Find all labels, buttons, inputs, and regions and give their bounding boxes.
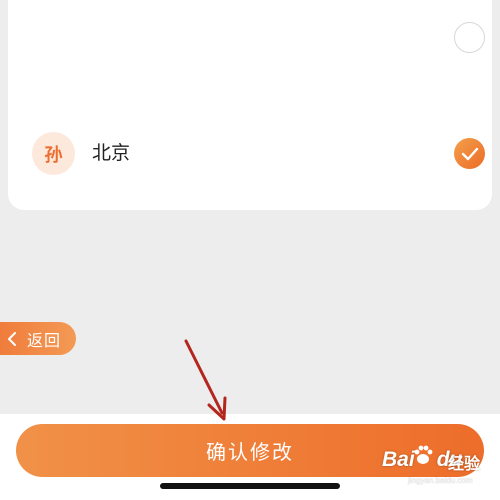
watermark-sub: 经验 <box>448 456 481 473</box>
city-label[interactable]: 北京 <box>92 140 130 166</box>
chevron-left-icon <box>7 331 19 347</box>
home-indicator <box>160 483 340 489</box>
back-button[interactable]: 返回 <box>0 322 76 355</box>
checkmark-icon <box>461 147 478 160</box>
selected-radio[interactable] <box>454 138 485 169</box>
city-list-card: 孙 北京 <box>8 0 492 210</box>
back-label: 返回 <box>27 330 62 350</box>
confirm-button-label: 确认修改 <box>206 440 294 464</box>
baidu-watermark: Bai du 经验 jingyan.baidu.com <box>382 440 496 490</box>
avatar-char: 孙 <box>44 144 63 166</box>
avatar: 孙 <box>32 132 75 175</box>
paw-icon <box>414 445 433 464</box>
unselected-radio[interactable] <box>454 22 485 53</box>
watermark-url: jingyan.baidu.com <box>408 476 473 485</box>
